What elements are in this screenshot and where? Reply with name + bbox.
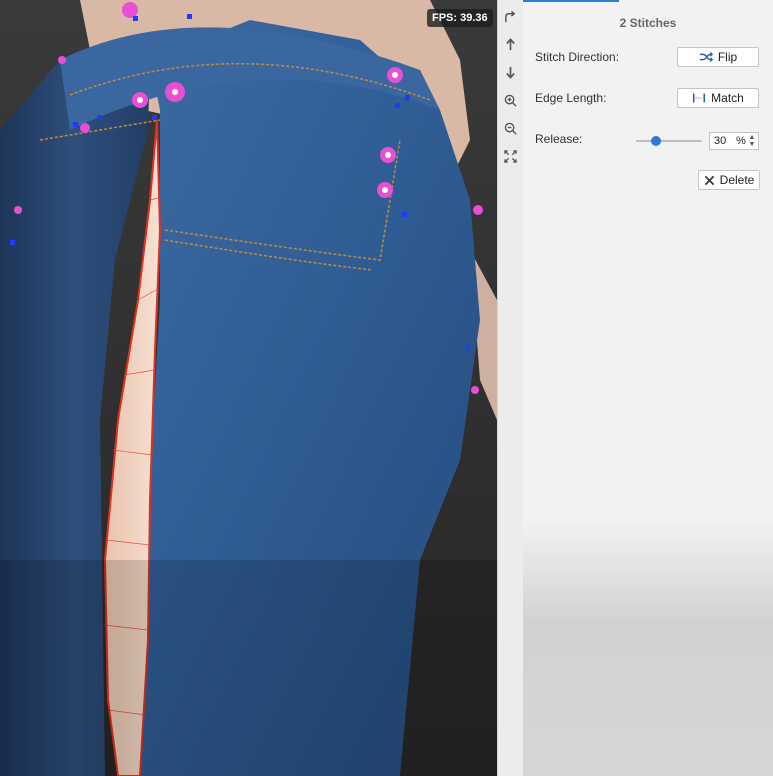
ruler-icon	[693, 93, 706, 103]
match-button[interactable]: Match	[677, 88, 759, 108]
redirect-icon[interactable]	[501, 8, 520, 27]
delete-button[interactable]: Delete	[698, 170, 760, 190]
flip-button[interactable]: Flip	[677, 47, 759, 67]
release-spinbox[interactable]: 30 % ▲ ▼	[709, 132, 759, 150]
release-spin-arrows[interactable]: ▲ ▼	[748, 134, 756, 148]
3d-viewport[interactable]: FPS: 39.36	[0, 0, 497, 776]
fit-view-icon[interactable]	[501, 147, 520, 166]
fps-counter: FPS: 39.36	[427, 9, 493, 27]
delete-button-label: Delete	[719, 173, 755, 187]
active-tab-indicator	[523, 0, 619, 2]
stitch-direction-label: Stitch Direction:	[535, 50, 620, 64]
view-toolbar	[497, 0, 524, 776]
flip-button-label: Flip	[717, 50, 738, 64]
edge-length-label: Edge Length:	[535, 91, 607, 105]
panel-title: 2 Stitches	[619, 16, 677, 30]
release-slider[interactable]	[636, 136, 702, 146]
garment-scene[interactable]	[0, 0, 497, 776]
spin-up-icon[interactable]: ▲	[749, 134, 756, 141]
match-button-label: Match	[711, 91, 744, 105]
arrow-up-icon[interactable]	[501, 35, 520, 54]
release-slider-track	[636, 140, 702, 142]
release-label: Release:	[535, 132, 583, 146]
shuffle-icon	[699, 52, 713, 62]
release-slider-thumb[interactable]	[650, 136, 661, 146]
release-unit: %	[736, 135, 746, 147]
spin-down-icon[interactable]: ▼	[749, 141, 756, 148]
zoom-in-icon[interactable]	[501, 91, 520, 110]
panel-background-fade	[523, 520, 773, 776]
arrow-down-icon[interactable]	[501, 63, 520, 82]
property-panel: 2 Stitches Stitch Direction: Flip Edge L…	[523, 0, 773, 776]
release-value: 30	[714, 135, 727, 147]
zoom-out-icon[interactable]	[501, 119, 520, 138]
close-icon	[704, 175, 714, 185]
